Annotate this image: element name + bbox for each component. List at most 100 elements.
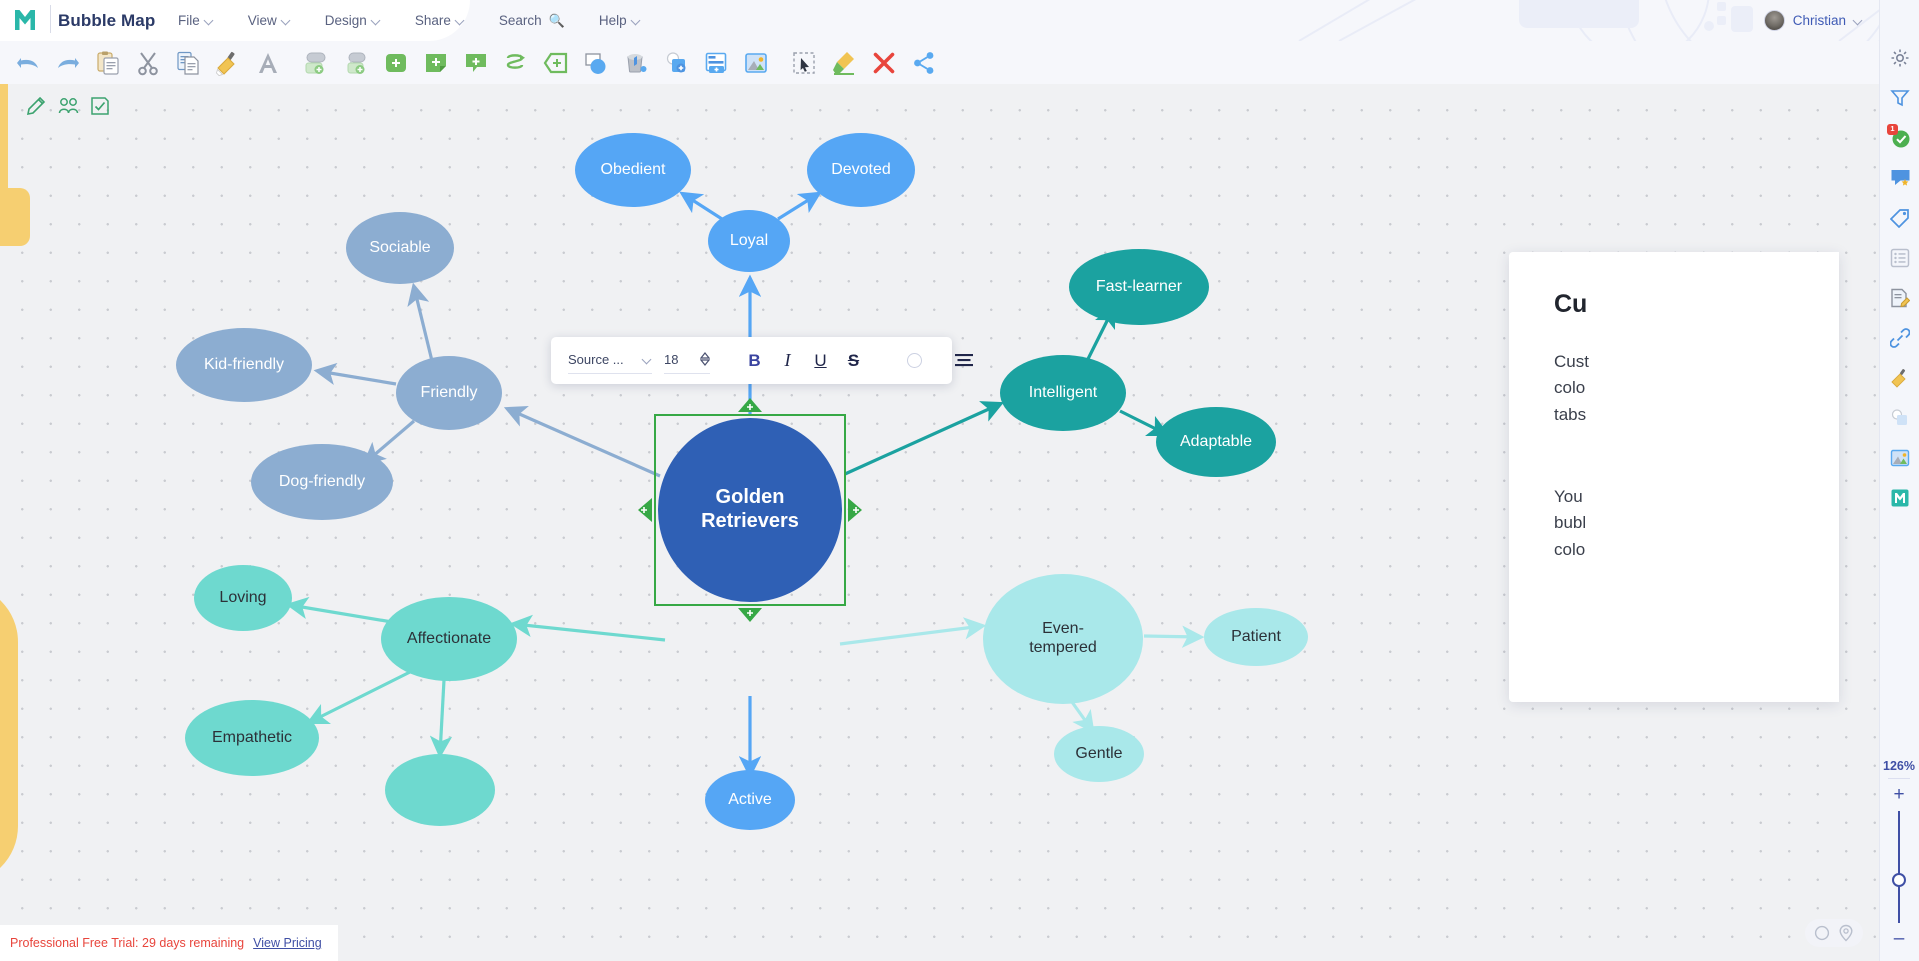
zoom-in-icon[interactable]: + xyxy=(1893,785,1904,804)
zoom-percent-label: 126% xyxy=(1883,759,1915,773)
bubble-loyal[interactable]: Loyal xyxy=(708,210,790,272)
chevron-down-icon xyxy=(282,16,291,25)
format-painter-icon[interactable] xyxy=(208,43,248,83)
delete-icon[interactable] xyxy=(864,43,904,83)
zoom-control: 126% + – xyxy=(1879,759,1919,961)
format-painter-icon[interactable] xyxy=(1880,358,1919,398)
tag-icon[interactable] xyxy=(1880,198,1919,238)
bubble-fast-learner[interactable]: Fast-learner xyxy=(1069,249,1209,325)
menu-label: Share xyxy=(414,13,451,28)
menu-item-design[interactable]: Design xyxy=(325,0,381,41)
bubble-label: Intelligent xyxy=(1028,383,1098,401)
add-callout-icon[interactable] xyxy=(456,43,496,83)
relationship-icon[interactable] xyxy=(496,43,536,83)
bubble-loving[interactable]: Loving xyxy=(194,565,292,631)
bubble-affectionate-child[interactable] xyxy=(385,754,495,826)
font-size-value: 18 xyxy=(664,351,679,367)
bubble-obedient[interactable]: Obedient xyxy=(575,133,691,207)
image-icon[interactable] xyxy=(1880,438,1919,478)
bubble-friendly[interactable]: Friendly xyxy=(396,356,502,430)
add-child-topic-icon[interactable] xyxy=(336,43,376,83)
add-topic-icon[interactable] xyxy=(376,43,416,83)
help-panel-paragraph-1: Cust colo tabs xyxy=(1554,352,1589,424)
redo-icon[interactable] xyxy=(48,43,88,83)
bubble-empathetic[interactable]: Empathetic xyxy=(185,700,319,776)
chevron-down-icon xyxy=(643,355,652,364)
menu-item-view[interactable]: View xyxy=(248,0,291,41)
mindmaster-logo-icon[interactable] xyxy=(10,5,40,35)
bubble-label: Loving xyxy=(219,588,267,606)
help-circle-icon[interactable] xyxy=(1811,922,1833,944)
add-sibling-topic-icon[interactable] xyxy=(296,43,336,83)
underline-button[interactable]: U xyxy=(804,345,837,377)
bubble-label: Sociable xyxy=(369,238,431,256)
user-account-menu[interactable]: Christian xyxy=(1763,0,1863,41)
bubble-label: Gentle xyxy=(1075,744,1123,762)
pencil-edit-icon[interactable] xyxy=(26,96,46,116)
bubble-even-tempered[interactable]: Even- tempered xyxy=(983,574,1143,704)
save-check-icon[interactable] xyxy=(90,96,110,116)
filter-funnel-icon[interactable] xyxy=(1880,78,1919,118)
bubble-label: Obedient xyxy=(600,160,666,178)
comment-star-icon[interactable] xyxy=(1880,158,1919,198)
menu-item-file[interactable]: File xyxy=(178,0,214,41)
outline-list-icon[interactable] xyxy=(1880,238,1919,278)
text-align-icon[interactable] xyxy=(947,345,980,377)
collaborators-icon[interactable] xyxy=(58,96,79,116)
bubble-active[interactable]: Active xyxy=(705,770,795,830)
help-panel-title: Cu xyxy=(1554,290,1588,318)
add-note-icon[interactable] xyxy=(416,43,456,83)
bubble-gentle[interactable]: Gentle xyxy=(1054,726,1144,782)
boundary-icon[interactable] xyxy=(536,43,576,83)
shape-icon[interactable] xyxy=(576,43,616,83)
bubble-adaptable[interactable]: Adaptable xyxy=(1156,407,1276,477)
stepper-updown-icon xyxy=(700,351,710,367)
add-clipart-icon[interactable] xyxy=(656,43,696,83)
menu-item-search[interactable]: Search 🔍 xyxy=(499,0,565,41)
bubble-kid-friendly[interactable]: Kid-friendly xyxy=(176,328,312,402)
bubble-intelligent[interactable]: Intelligent xyxy=(1000,355,1126,431)
text-style-icon[interactable] xyxy=(248,43,288,83)
bubble-patient[interactable]: Patient xyxy=(1204,608,1308,666)
trial-banner: Professional Free Trial: 29 days remaini… xyxy=(0,925,338,961)
bubble-dog-friendly[interactable]: Dog-friendly xyxy=(251,444,393,520)
zoom-out-icon[interactable]: – xyxy=(1894,929,1905,948)
location-pin-icon[interactable] xyxy=(1835,922,1857,944)
copy-icon[interactable] xyxy=(168,43,208,83)
paste-icon[interactable] xyxy=(88,43,128,83)
menu-label: Search xyxy=(498,13,542,28)
view-pricing-link[interactable]: View Pricing xyxy=(253,936,322,950)
selection-handles[interactable] xyxy=(636,396,864,624)
bubble-label: Devoted xyxy=(831,160,891,178)
bubble-devoted[interactable]: Devoted xyxy=(807,133,915,207)
bubble-sociable[interactable]: Sociable xyxy=(346,212,454,284)
mindmaster-icon[interactable] xyxy=(1880,478,1919,518)
select-marquee-icon[interactable] xyxy=(784,43,824,83)
shape-style-icon[interactable] xyxy=(1880,398,1919,438)
note-edit-icon[interactable] xyxy=(1880,278,1919,318)
fill-bucket-icon[interactable] xyxy=(616,43,656,83)
mindmap-canvas[interactable]: Obedient Devoted Loyal Sociable Kid-frie… xyxy=(0,84,1879,961)
cut-scissors-icon[interactable] xyxy=(128,43,168,83)
share-node-icon[interactable] xyxy=(904,43,944,83)
menu-item-help[interactable]: Help xyxy=(599,0,641,41)
menu-item-share[interactable]: Share xyxy=(415,0,465,41)
italic-button[interactable]: I xyxy=(771,345,804,377)
font-size-stepper[interactable]: 18 xyxy=(664,348,710,374)
font-color-circle-icon[interactable] xyxy=(898,345,931,377)
font-family-select[interactable]: Source ... xyxy=(568,348,652,374)
insert-image-icon[interactable] xyxy=(736,43,776,83)
settings-gear-icon[interactable] xyxy=(1880,38,1919,78)
help-tip-panel: Cu Cust colo tabs You bubl colo xyxy=(1509,252,1839,702)
zoom-slider-knob[interactable] xyxy=(1892,873,1906,887)
highlighter-icon[interactable] xyxy=(824,43,864,83)
task-check-icon[interactable]: 1 xyxy=(1880,118,1919,158)
bold-button[interactable]: B xyxy=(738,345,771,377)
add-table-icon[interactable] xyxy=(696,43,736,83)
app-title: Bubble Map xyxy=(58,10,156,30)
bubble-affectionate[interactable]: Affectionate xyxy=(381,597,517,681)
strikethrough-button[interactable]: S xyxy=(837,345,870,377)
undo-icon[interactable] xyxy=(8,43,48,83)
hyperlink-icon[interactable] xyxy=(1880,318,1919,358)
zoom-slider[interactable] xyxy=(1892,811,1906,923)
